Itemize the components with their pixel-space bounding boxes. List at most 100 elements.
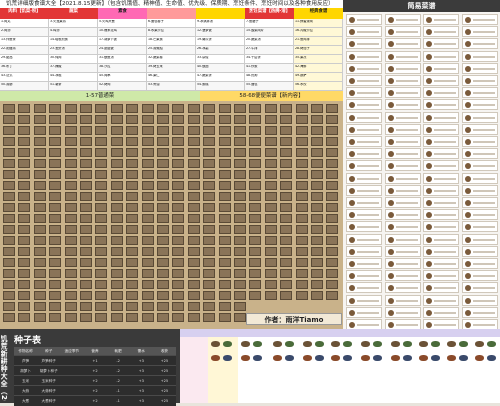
recipe-icon-slot (295, 269, 308, 278)
recipe-icon-slot (141, 181, 154, 190)
recipe-icon-slot (33, 170, 46, 179)
recipe-icon-slot (18, 203, 31, 212)
recipe-icon-slot (80, 170, 92, 179)
recipe-name: 13.炸鱼条 (1, 38, 16, 41)
recipe-cell: 32.蔬菜卷 (147, 55, 196, 64)
dish-icon (426, 139, 432, 145)
food-table-column (388, 337, 417, 403)
recipe-icon-slot (157, 214, 169, 223)
recipe-icon-slot (249, 247, 262, 256)
dish-icon (349, 163, 355, 170)
ingredient-line (472, 214, 495, 217)
recipe-icon-slot (157, 181, 169, 190)
recipe-name: 43.法式 (1, 74, 13, 77)
simple-recipe-card (423, 270, 459, 282)
simple-recipe-card (384, 197, 421, 208)
recipe-icon-slot (295, 148, 308, 157)
ingredient-line (395, 250, 418, 253)
simple-recipe-card (384, 38, 421, 50)
recipe-cell: 1.肉丸 (0, 19, 49, 28)
recipe-cell: 19.南瓜饼 (196, 37, 245, 46)
recipe-cell: 39.烤玉米 (147, 64, 196, 73)
recipe-icon-slot (80, 269, 92, 278)
recipe-cell: 9.冰淇淋汤 (196, 19, 245, 28)
dish-icon (426, 236, 432, 243)
ingredient-line (472, 299, 495, 302)
dish-icon (464, 41, 471, 48)
recipe-icon-slot (18, 126, 31, 135)
food-icon (273, 341, 282, 347)
dish-icon (349, 273, 355, 280)
recipe-icon-slot (326, 170, 339, 179)
simple-recipe-card (461, 184, 498, 196)
food-table-header (472, 329, 500, 337)
recipe-name: 35.果冻 (295, 56, 307, 59)
recipe-icon-slot (64, 269, 77, 278)
dish-icon (426, 175, 432, 182)
recipe-icon-slot (249, 148, 262, 157)
recipe-icon-slot (311, 258, 323, 267)
recipe-icon-slot (33, 104, 46, 113)
dish-icon (387, 114, 394, 121)
ingredient-line (357, 141, 379, 143)
ingredient-line (434, 226, 456, 229)
dish-icon (349, 322, 355, 328)
recipe-icon-slot (187, 247, 200, 256)
recipe-icon-slot (264, 148, 277, 157)
recipe-icon-slot (33, 291, 46, 300)
ingredient-line (395, 324, 418, 326)
recipe-icon-slot (80, 148, 92, 157)
dish-icon (426, 285, 432, 292)
recipe-icon-slot (203, 236, 216, 245)
recipe-icon-slot (264, 159, 277, 168)
simple-recipe-card (461, 294, 498, 306)
recipe-icon-slot (234, 269, 246, 278)
recipe-icon-slot (18, 313, 31, 322)
ingredient-line (434, 43, 456, 46)
recipe-icon-slot (234, 280, 246, 289)
recipe-icon-slot (264, 181, 277, 190)
recipe-icon-slot (234, 137, 246, 146)
recipe-cell: 41.炒蛋 (245, 64, 294, 73)
recipe-icon-slot (234, 181, 246, 190)
recipe-icon-slot (234, 258, 246, 267)
food-table-column (270, 337, 301, 403)
food-icon (391, 341, 400, 347)
ingredient-line (395, 177, 418, 180)
recipe-icon-slot (33, 137, 46, 146)
simple-recipe-card (384, 123, 421, 135)
recipe-icon-slot (264, 225, 277, 234)
recipe-icon-slot (203, 247, 216, 256)
dish-icon (426, 114, 432, 121)
simple-recipe-card (346, 14, 382, 25)
recipe-icon-slot (203, 137, 216, 146)
recipe-icon-slot (280, 225, 293, 234)
recipe-icon-slot (218, 269, 231, 278)
ingredient-line (472, 250, 495, 253)
recipe-icon-slot (95, 258, 108, 267)
recipe-icon-slot (18, 137, 31, 146)
food-table-column (180, 337, 209, 403)
recipe-icon-slot (326, 269, 339, 278)
simple-recipe-card (423, 38, 459, 50)
category-5 (196, 8, 245, 20)
food-icon (223, 341, 232, 347)
recipe-icon-slot (249, 291, 262, 300)
recipe-icon-slot (3, 236, 15, 245)
recipe-icon-slot (126, 203, 139, 212)
ingredient-line (357, 177, 379, 180)
recipe-icon-slot (33, 214, 46, 223)
recipe-icon-slot (110, 302, 123, 311)
recipe-icon-slot (157, 137, 169, 146)
recipe-name: 38.沙拉 (99, 65, 111, 68)
ingredient-line (434, 141, 456, 143)
recipe-icon-slot (218, 170, 231, 179)
ingredient-line (357, 67, 379, 70)
recipe-icon-slot (295, 104, 308, 113)
recipe-icon-slot (264, 291, 277, 300)
simple-recipe-card (423, 26, 459, 38)
dish-icon (387, 17, 394, 23)
simple-recipe-card (384, 87, 421, 99)
simple-recipe-card (346, 99, 382, 111)
recipe-name: 23.龙虾汤 (50, 47, 65, 50)
